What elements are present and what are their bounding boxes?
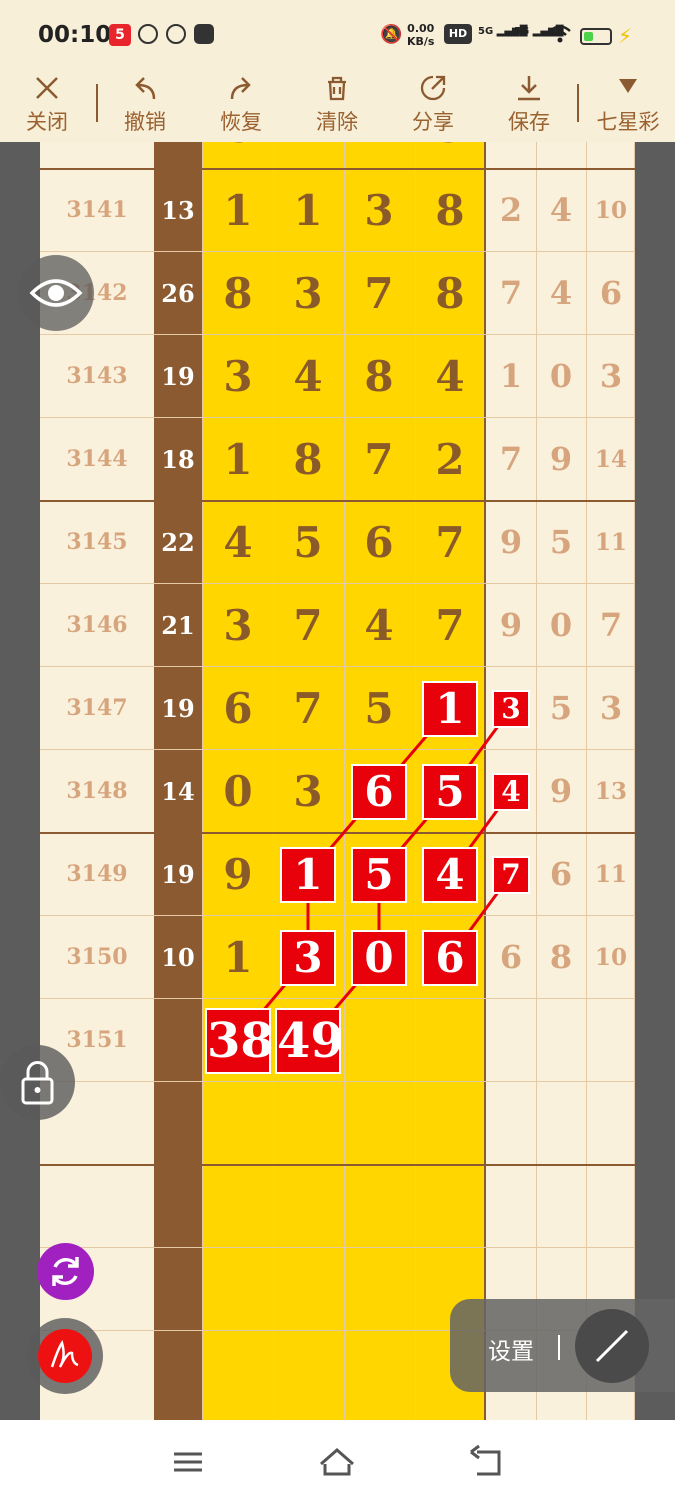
line-tool-button[interactable] [575, 1309, 649, 1383]
signature-icon [50, 1340, 79, 1368]
highlighted-digit: 4 [422, 846, 478, 903]
settings-divider [558, 1335, 560, 1360]
pen-button[interactable] [38, 1329, 92, 1383]
home-icon [320, 1448, 354, 1476]
undo-icon [116, 70, 174, 104]
download-icon [500, 70, 558, 104]
hd-icon: HD [444, 24, 472, 44]
navigation-bar [0, 1420, 675, 1500]
highlighted-digit: 5 [351, 846, 407, 903]
net-speed-unit: KB/s [407, 35, 435, 48]
redo-icon [212, 70, 270, 104]
lock-button[interactable] [0, 1045, 75, 1120]
menu-icon [174, 1452, 202, 1472]
trend-chart[interactable]: 6245314113113824103142268378746314319348… [0, 142, 675, 1420]
connector-lines [236, 707, 513, 1042]
chart-board: 6245314113113824103142268378746314319348… [40, 142, 635, 1420]
highlighted-tail: 7 [492, 855, 530, 894]
lottery-type-dropdown[interactable]: 七星彩 [590, 70, 666, 142]
close-button[interactable]: 关闭 [18, 70, 76, 142]
highlighted-tail: 4 [492, 772, 530, 811]
refresh-button[interactable] [37, 1243, 94, 1300]
share-button[interactable]: 分享 [404, 70, 462, 142]
close-icon [18, 70, 76, 104]
back-button[interactable] [467, 1444, 507, 1480]
mute-icon: 🔕 [380, 24, 403, 45]
menu-button[interactable] [168, 1444, 208, 1480]
net-speed-value: 0.00 [407, 22, 435, 35]
triangle-down-icon [590, 70, 666, 104]
toolbar-divider [96, 84, 98, 122]
refresh-icon [52, 1257, 79, 1286]
back-icon [470, 1444, 501, 1476]
charging-icon: ⚡ [618, 24, 633, 48]
undo-label: 撤销 [124, 110, 166, 134]
clear-button[interactable]: 清除 [308, 70, 366, 142]
undo-button[interactable]: 撤销 [116, 70, 174, 142]
highlighted-tail: 3 [492, 689, 530, 728]
wifi-icon [548, 24, 572, 48]
trash-icon [308, 70, 366, 104]
eye-button[interactable] [18, 255, 94, 331]
signal-label: 5G [478, 26, 494, 37]
lottery-type-label: 七星彩 [596, 110, 660, 134]
status-time: 00:10 [38, 22, 112, 48]
line-tool-icon [595, 1329, 629, 1363]
close-label: 关闭 [26, 110, 68, 134]
save-button[interactable]: 保存 [500, 70, 558, 142]
highlighted-digit: 38 [205, 1007, 274, 1074]
toolbar-divider [577, 84, 579, 122]
bolt-icon [194, 24, 214, 44]
highlighted-digit: 0 [351, 929, 407, 986]
settings-panel: 设置 [450, 1299, 675, 1392]
home-button[interactable] [317, 1444, 357, 1480]
signal-label: 5G [514, 26, 530, 37]
status-bar: 00:10 5 🔕 0.00 KB/s HD 5G ▂▄▆█ 5G ▂▄▆█ ⚡ [0, 0, 675, 70]
eye-icon [29, 279, 83, 307]
highlighted-digit: 6 [422, 929, 478, 986]
battery-icon [580, 28, 612, 45]
compass-icon [166, 24, 186, 44]
share-icon [404, 70, 462, 104]
lock-icon [21, 1061, 54, 1105]
highlighted-digit: 3 [280, 929, 336, 986]
highlighted-digit: 1 [422, 680, 478, 737]
highlighted-digit: 1 [280, 846, 336, 903]
net-speed: 0.00 KB/s [407, 22, 435, 48]
highlighted-digit: 49 [275, 1007, 344, 1074]
highlighted-digit: 5 [422, 763, 478, 820]
redo-label: 恢复 [220, 110, 262, 134]
sync-icon [138, 24, 158, 44]
highlighted-digit: 6 [351, 763, 407, 820]
share-label: 分享 [412, 110, 454, 134]
save-label: 保存 [508, 110, 550, 134]
toolbar: 关闭 撤销 恢复 清除 分享 保存 七星彩 [0, 70, 675, 142]
clear-label: 清除 [316, 110, 358, 134]
redo-button[interactable]: 恢复 [212, 70, 270, 142]
settings-button[interactable]: 设置 [488, 1332, 534, 1366]
app-badge-icon: 5 [109, 24, 131, 46]
